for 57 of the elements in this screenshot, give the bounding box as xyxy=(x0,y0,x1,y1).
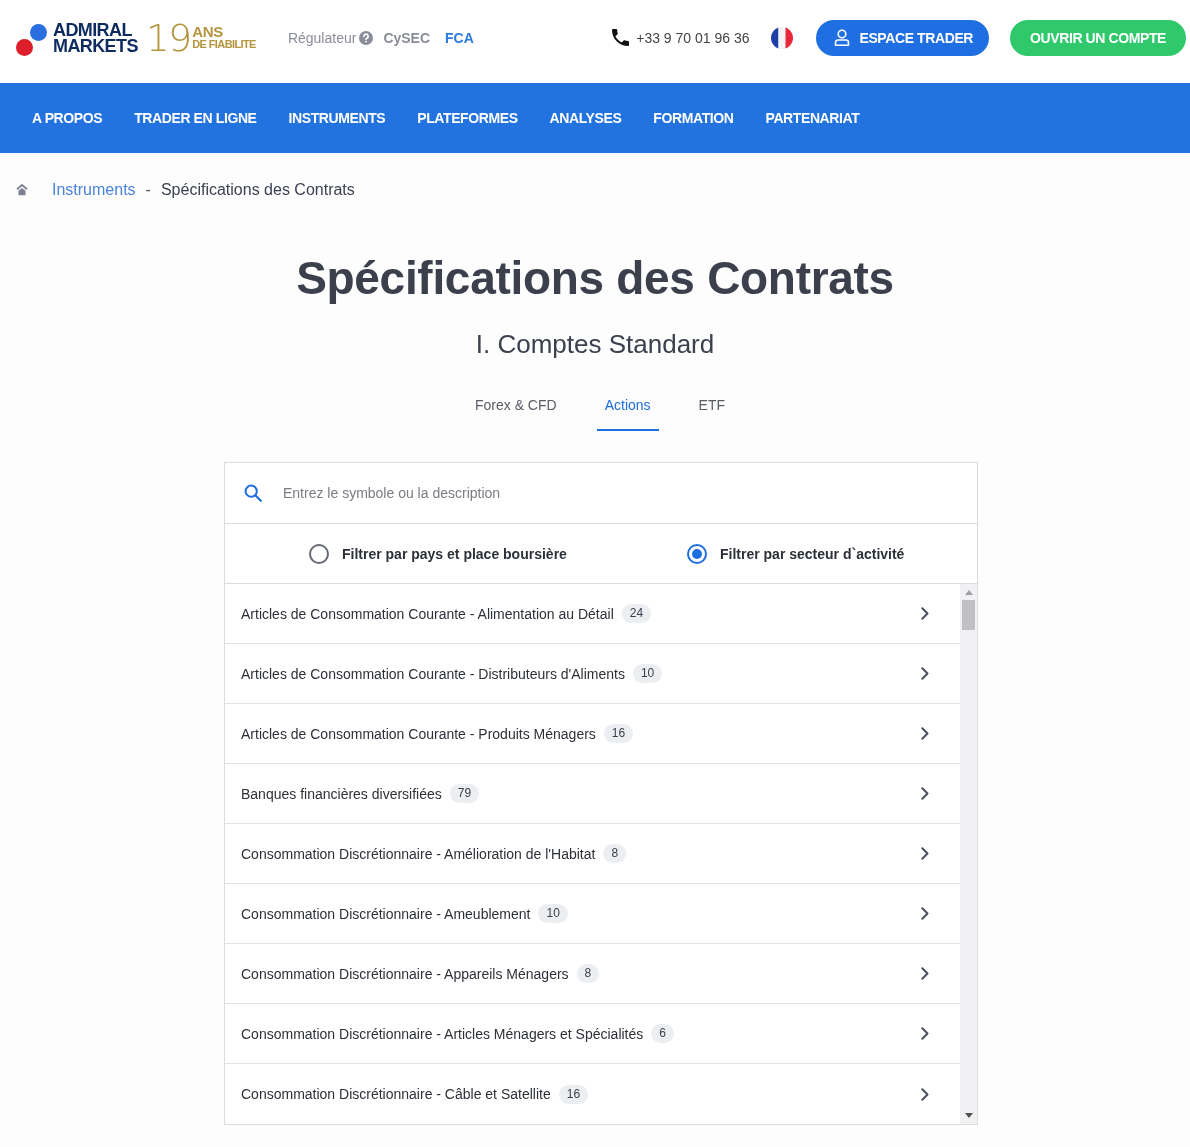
nav-item[interactable]: PLATEFORMES xyxy=(417,108,518,128)
filter-option[interactable]: Filtrer par secteur d`activité xyxy=(687,543,905,564)
chevron-right-icon xyxy=(921,907,929,920)
nav-item[interactable]: TRADER EN LIGNE xyxy=(134,108,257,128)
years-number: 19 xyxy=(145,19,191,56)
nav-item[interactable]: PARTENARIAT xyxy=(765,108,860,128)
flag-icon[interactable] xyxy=(771,26,794,49)
scroll-up-icon[interactable] xyxy=(964,590,973,595)
chevron-right-icon xyxy=(921,607,929,620)
chevron-right-icon xyxy=(921,667,929,680)
search-icon xyxy=(244,484,262,502)
count-badge: 79 xyxy=(449,784,480,803)
radio-icon[interactable] xyxy=(309,543,329,564)
chevron-right-icon xyxy=(921,787,929,800)
breadcrumb-current: Spécifications des Contrats xyxy=(160,181,355,199)
breadcrumb-separator: - xyxy=(145,181,151,199)
filter-option[interactable]: Filtrer par pays et place boursière xyxy=(309,543,567,564)
count-badge: 16 xyxy=(558,1084,589,1104)
count-badge: 10 xyxy=(538,904,568,923)
scrollbar[interactable] xyxy=(960,584,977,1124)
logo-dots-icon xyxy=(16,23,47,56)
scrollbar-thumb[interactable] xyxy=(962,600,975,630)
phone-number: +33 9 70 01 96 36 xyxy=(636,29,750,46)
nav-item[interactable]: A PROPOS xyxy=(32,108,103,128)
home-icon[interactable] xyxy=(16,184,28,196)
regulator-label: Régulateur xyxy=(287,29,357,46)
page-title: Spécifications des Contrats xyxy=(295,251,895,306)
tab[interactable]: ETF xyxy=(690,385,734,431)
user-icon xyxy=(834,29,851,46)
count-badge: 8 xyxy=(603,844,627,863)
nav-item[interactable]: ANALYSES xyxy=(549,108,622,128)
count-badge: 24 xyxy=(621,604,652,623)
brand-name: ADMIRAL MARKETS xyxy=(53,21,138,54)
help-icon[interactable] xyxy=(359,30,374,45)
regulator-link[interactable]: FCA xyxy=(443,29,476,46)
page-subtitle: I. Comptes Standard xyxy=(474,328,716,361)
scroll-down-icon[interactable] xyxy=(964,1113,973,1118)
logo-tagline: ANS DE FIABILITE xyxy=(192,24,256,51)
count-badge: 10 xyxy=(632,664,663,683)
chevron-right-icon xyxy=(921,967,929,980)
breadcrumb-link[interactable]: Instruments xyxy=(52,181,136,199)
count-badge: 6 xyxy=(651,1024,674,1043)
search-field[interactable]: Entrez le symbole ou la description xyxy=(283,478,683,508)
tab[interactable]: Forex & CFD xyxy=(466,385,565,431)
tab[interactable]: Actions xyxy=(596,385,659,431)
chevron-right-icon xyxy=(921,727,929,740)
chevron-right-icon xyxy=(921,1087,929,1101)
nav-item[interactable]: FORMATION xyxy=(653,108,734,128)
chevron-right-icon xyxy=(921,847,929,860)
radio-icon[interactable] xyxy=(687,543,707,564)
espace-trader-button[interactable]: ESPACE TRADER xyxy=(816,19,990,56)
phone-icon xyxy=(612,29,630,46)
count-badge: 16 xyxy=(603,724,634,743)
count-badge: 8 xyxy=(576,964,600,983)
nav-item[interactable]: INSTRUMENTS xyxy=(288,108,386,128)
chevron-right-icon xyxy=(921,1027,929,1040)
regulator-link[interactable]: CySEC xyxy=(381,29,433,46)
